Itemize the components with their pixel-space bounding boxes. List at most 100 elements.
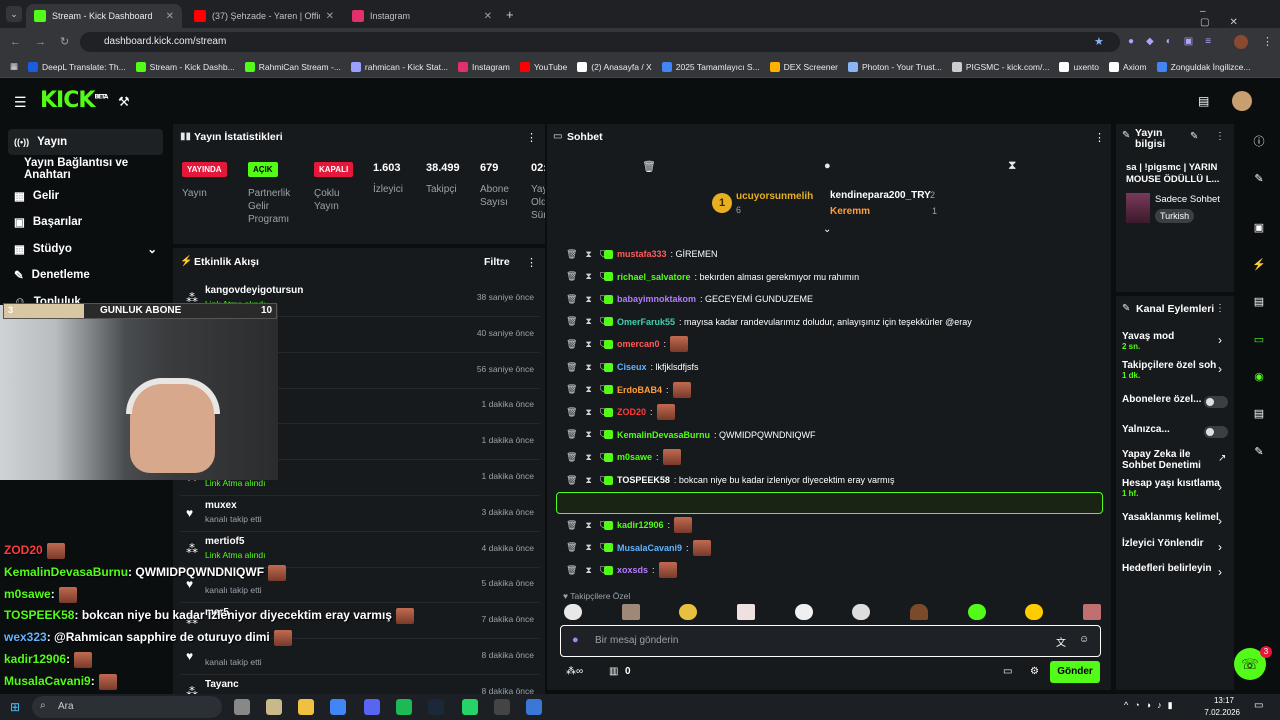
chat-message[interactable]: 🗑⧗⛉MusalaCavani9:: [560, 537, 1105, 559]
discord-icon[interactable]: [364, 699, 380, 715]
chat-user[interactable]: xoxsds: [617, 565, 648, 575]
profile-avatar[interactable]: [1234, 35, 1248, 49]
chat-message[interactable]: 🗑⧗⛉kadir12906:: [560, 514, 1105, 536]
chat-message[interactable]: 🗑⧗⛉ErdoBAB4:: [560, 379, 1105, 401]
collapse-icon[interactable]: ⌄: [823, 224, 831, 235]
timeout-icon[interactable]: ⧗: [585, 520, 591, 531]
trash-icon[interactable]: 🗑: [642, 160, 656, 173]
chat-user[interactable]: babayimnoktakom: [617, 294, 696, 304]
pen-icon[interactable]: ✎: [1246, 165, 1272, 191]
emote-icon[interactable]: [1025, 604, 1044, 620]
chat-user[interactable]: mustafa333: [617, 249, 667, 259]
timeout-icon[interactable]: ⧗: [585, 542, 591, 553]
chevron-right-icon[interactable]: ›: [1218, 362, 1222, 376]
toggle-switch[interactable]: [1204, 396, 1228, 408]
mic-icon[interactable]: ●: [572, 634, 579, 646]
bookmark-item[interactable]: YouTube: [519, 61, 567, 72]
sidebar-item-basarilar[interactable]: ▣ Başarılar: [8, 209, 163, 235]
info-icon[interactable]: ⓘ: [1246, 128, 1272, 154]
hourglass-icon[interactable]: ⧗: [1008, 158, 1016, 173]
emote-icon[interactable]: [679, 604, 698, 620]
gear-icon[interactable]: ⚙: [1030, 666, 1039, 677]
bookmark-item[interactable]: 2025 Tamamlayıcı S...: [661, 61, 760, 72]
points-icon[interactable]: ⁂∞: [566, 666, 583, 677]
mod-tools[interactable]: 🗑⧗⛉: [560, 294, 607, 305]
channel-action-item[interactable]: Yasaklanmış kelimel: [1122, 512, 1232, 523]
spotify-icon[interactable]: [396, 699, 412, 715]
emoji-icon[interactable]: ☺: [1079, 634, 1089, 645]
tab-kick-dashboard[interactable]: Stream - Kick Dashboard ✕: [26, 4, 182, 28]
chat-settings-bubble-icon[interactable]: ▭: [1003, 666, 1012, 677]
widgets-icon[interactable]: [234, 699, 250, 715]
chat-user[interactable]: richael_salvatore: [617, 272, 691, 282]
channel-action-item[interactable]: Yapay Zeka ile Sohbet Denetimi: [1122, 449, 1212, 471]
chat-message[interactable]: 🗑⧗⛉KemalinDevasaBurnu: QWMIDPQWNDNIQWF: [560, 424, 1105, 446]
delete-icon[interactable]: 🗑: [566, 452, 577, 463]
timeout-icon[interactable]: ⧗: [585, 429, 591, 440]
chevron-right-icon[interactable]: ›: [1218, 333, 1222, 347]
menu-icon[interactable]: ⋮: [1262, 35, 1273, 48]
timeout-icon[interactable]: ⧗: [585, 362, 591, 373]
chat-menu-icon[interactable]: ⋮: [1094, 131, 1105, 144]
chevron-right-icon[interactable]: ›: [1218, 540, 1222, 554]
chat-user[interactable]: OmerFaruk55: [617, 317, 675, 327]
mod-tools[interactable]: 🗑⧗⛉: [560, 542, 607, 553]
apps-icon[interactable]: ▦: [10, 61, 18, 72]
bookmark-item[interactable]: DeepL Translate: Th...: [28, 61, 126, 72]
bookmark-item[interactable]: (2) Anasayfa / X: [577, 61, 652, 72]
extension-icons[interactable]: ●◆◐▣≡: [1128, 36, 1223, 47]
chat-user[interactable]: MusalaCavani9: [617, 543, 682, 553]
mod-tools[interactable]: 🗑⧗⛉: [560, 475, 607, 486]
chat-message[interactable]: 🗑⧗⛉TOSPEEK58: bokcan niye bu kadar izlen…: [560, 469, 1105, 491]
chat-message[interactable]: 🗑⧗⛉m0sawe:: [560, 446, 1105, 468]
delete-icon[interactable]: 🗑: [566, 429, 577, 440]
kick-logo[interactable]: KICKBETA: [40, 88, 108, 113]
timeout-icon[interactable]: ⧗: [585, 294, 591, 305]
emote-bar[interactable]: [560, 604, 1105, 624]
chat-user[interactable]: Ciseux: [617, 362, 647, 372]
whatsapp-icon[interactable]: [462, 699, 478, 715]
emote-icon[interactable]: [564, 604, 582, 620]
user-avatar[interactable]: [1232, 91, 1252, 111]
bookmark-item[interactable]: Axiom: [1109, 61, 1147, 72]
wallet-icon[interactable]: ▤: [1246, 400, 1272, 426]
chevron-right-icon[interactable]: ›: [1218, 514, 1222, 528]
chat-message[interactable]: 🗑⧗⛉richael_salvatore: bekırden alması ge…: [560, 266, 1105, 288]
delete-icon[interactable]: 🗑: [566, 407, 577, 418]
chat-user[interactable]: KemalinDevasaBurnu: [617, 430, 710, 440]
chat-message[interactable]: 🗑⧗⛉Ciseux: lkfjklsdfjsfs: [560, 356, 1105, 378]
explorer-icon[interactable]: [298, 699, 314, 715]
chat-icon[interactable]: ▭: [1246, 326, 1272, 352]
timeout-icon[interactable]: ⧗: [585, 452, 591, 463]
emote-icon[interactable]: [909, 604, 928, 620]
bookmark-item[interactable]: uxento: [1059, 61, 1099, 72]
screen-icon[interactable]: ▣: [1246, 214, 1272, 240]
mod-tools[interactable]: 🗑⧗⛉: [560, 407, 607, 418]
gift-icon[interactable]: ▥: [609, 666, 618, 677]
tab-youtube[interactable]: (37) Şehzade - Yaren | Official V ✕: [186, 4, 342, 28]
close-icon[interactable]: ✕: [166, 11, 174, 22]
bookmark-item[interactable]: DEX Screener: [769, 61, 838, 72]
notification-icon[interactable]: ▭: [1254, 700, 1263, 711]
chat-user[interactable]: omercan0: [617, 339, 660, 349]
bolt-icon[interactable]: ⚡: [1246, 251, 1272, 277]
sidebar-item-yayin[interactable]: ((•)) Yayın: [8, 129, 163, 155]
send-button[interactable]: Gönder: [1050, 661, 1100, 683]
edit-icon[interactable]: ✎: [1190, 131, 1198, 142]
timeout-icon[interactable]: ⧗: [585, 565, 591, 576]
filter-button[interactable]: Filtre: [484, 256, 510, 268]
chevron-right-icon[interactable]: ›: [1218, 480, 1222, 494]
sidebar-item-studyo[interactable]: ▦ Stüdyo ⌄: [8, 236, 163, 262]
mod-tools[interactable]: 🗑⧗⛉: [560, 520, 607, 531]
channel-action-item[interactable]: Hesap yaşı kısıtlama 1 hf.: [1122, 478, 1232, 498]
files-icon[interactable]: [266, 699, 282, 715]
channel-action-item[interactable]: İzleyici Yönlendir: [1122, 538, 1232, 549]
bookmark-item[interactable]: Instagram: [458, 61, 510, 72]
mod-tools[interactable]: 🗑⧗⛉: [560, 249, 607, 260]
chat-user[interactable]: TOSPEEK58: [617, 475, 670, 485]
app-icon[interactable]: [526, 699, 542, 715]
sidebar-item-gelir[interactable]: ▦ Gelir: [8, 183, 163, 209]
channel-action-item[interactable]: Yavaş mod 2 sn.: [1122, 331, 1232, 351]
mod-tools[interactable]: 🗑⧗⛉: [560, 339, 607, 350]
tab-search-button[interactable]: ⌄: [6, 6, 22, 22]
